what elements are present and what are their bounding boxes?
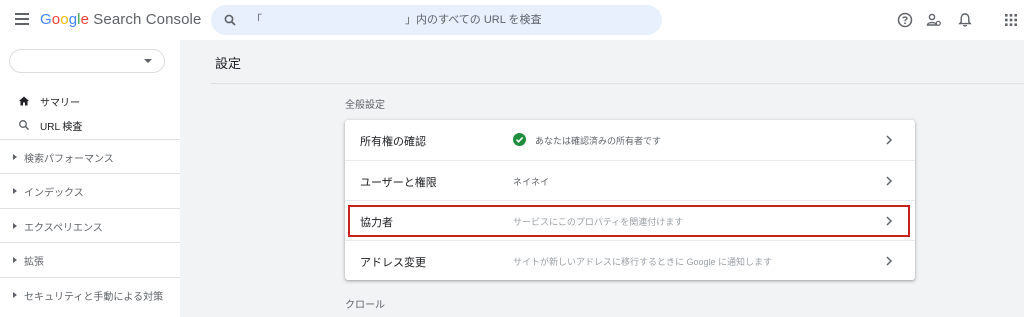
chevron-right-icon bbox=[886, 135, 893, 145]
logo-product-name: Search Console bbox=[89, 11, 202, 28]
logo-letter: o bbox=[51, 11, 61, 28]
url-inspection-search-bar[interactable] bbox=[211, 5, 662, 35]
sidebar-item-label: サマリー bbox=[40, 98, 80, 109]
sidebar-section-enhancements[interactable]: 拡張 bbox=[0, 242, 180, 276]
sidebar-item-label: URL 検査 bbox=[40, 122, 83, 133]
sidebar-section-experience[interactable]: エクスペリエンス bbox=[0, 208, 180, 242]
sidebar-section-label: 検索パフォーマンス bbox=[24, 154, 114, 165]
general-settings-card: 所有権の確認 あなたは確認済みの所有者です ユーザーと権限 ネイネイ 協力者 サ… bbox=[345, 120, 915, 280]
settings-row-change-of-address[interactable]: アドレス変更 サイトが新しいアドレスに移行するときに Google に通知します bbox=[345, 240, 915, 280]
sidebar-section-label: 拡張 bbox=[24, 257, 44, 268]
settings-row-users-permissions[interactable]: ユーザーと権限 ネイネイ bbox=[345, 160, 915, 200]
sidebar-section-label: インデックス bbox=[24, 188, 84, 199]
sidebar-section-label: エクスペリエンス bbox=[24, 223, 103, 234]
notifications-bell-icon[interactable] bbox=[957, 12, 973, 28]
verified-check-icon bbox=[513, 133, 526, 146]
settings-row-description: サービスにこのプロパティを関連付けます bbox=[513, 217, 684, 227]
apps-grid-icon[interactable] bbox=[1003, 12, 1019, 28]
settings-row-label: 協力者 bbox=[360, 217, 393, 229]
settings-row-description: サイトが新しいアドレスに移行するときに Google に通知します bbox=[513, 257, 773, 267]
sidebar: サマリー URL 検査 検索パフォーマンス インデックス エクスペリエンス 拡張… bbox=[0, 40, 180, 317]
page-title: 設定 bbox=[215, 56, 242, 71]
sidebar-item-url-inspection[interactable]: URL 検査 bbox=[0, 113, 180, 137]
general-settings-heading: 全般設定 bbox=[345, 100, 385, 111]
hamburger-menu-icon[interactable] bbox=[15, 13, 29, 25]
title-divider bbox=[211, 83, 1024, 84]
expand-arrow-icon bbox=[13, 188, 17, 194]
logo-letter: e bbox=[80, 11, 90, 28]
chevron-right-icon bbox=[886, 216, 893, 226]
settings-row-description: ネイネイ bbox=[513, 177, 550, 187]
expand-arrow-icon bbox=[13, 257, 17, 263]
logo-letter: o bbox=[60, 11, 69, 28]
sidebar-section-label: セキュリティと手動による対策 bbox=[24, 292, 164, 303]
chevron-right-icon bbox=[886, 176, 893, 186]
expand-arrow-icon bbox=[13, 292, 17, 298]
search-icon bbox=[19, 120, 30, 131]
sidebar-section-security-manual-actions[interactable]: セキュリティと手動による対策 bbox=[0, 277, 180, 311]
manage-users-icon[interactable] bbox=[926, 12, 942, 28]
search-icon[interactable] bbox=[224, 14, 236, 26]
sidebar-section-search-performance[interactable]: 検索パフォーマンス bbox=[0, 139, 180, 173]
top-app-bar: Google Search Console bbox=[0, 0, 1024, 40]
dropdown-caret-icon bbox=[144, 59, 152, 63]
sidebar-section-index[interactable]: インデックス bbox=[0, 173, 180, 207]
settings-row-associations[interactable]: 協力者 サービスにこのプロパティを関連付けます bbox=[345, 200, 915, 240]
expand-arrow-icon bbox=[13, 154, 17, 160]
logo-letter: g bbox=[68, 11, 78, 28]
search-input[interactable] bbox=[251, 12, 651, 28]
help-icon[interactable] bbox=[897, 12, 913, 28]
property-selector[interactable] bbox=[9, 49, 165, 73]
logo-letter: G bbox=[40, 11, 52, 28]
settings-row-label: 所有権の確認 bbox=[360, 136, 426, 148]
settings-row-description: あなたは確認済みの所有者です bbox=[535, 136, 662, 146]
chevron-right-icon bbox=[886, 256, 893, 266]
home-icon bbox=[19, 96, 29, 106]
sidebar-item-summary[interactable]: サマリー bbox=[0, 89, 180, 113]
settings-row-label: ユーザーと権限 bbox=[360, 177, 437, 189]
crawl-heading: クロール bbox=[345, 300, 385, 311]
expand-arrow-icon bbox=[13, 223, 17, 229]
app-logo[interactable]: Google Search Console bbox=[40, 11, 201, 28]
settings-row-label: アドレス変更 bbox=[360, 257, 426, 269]
settings-row-ownership-verification[interactable]: 所有権の確認 あなたは確認済みの所有者です bbox=[345, 120, 915, 160]
